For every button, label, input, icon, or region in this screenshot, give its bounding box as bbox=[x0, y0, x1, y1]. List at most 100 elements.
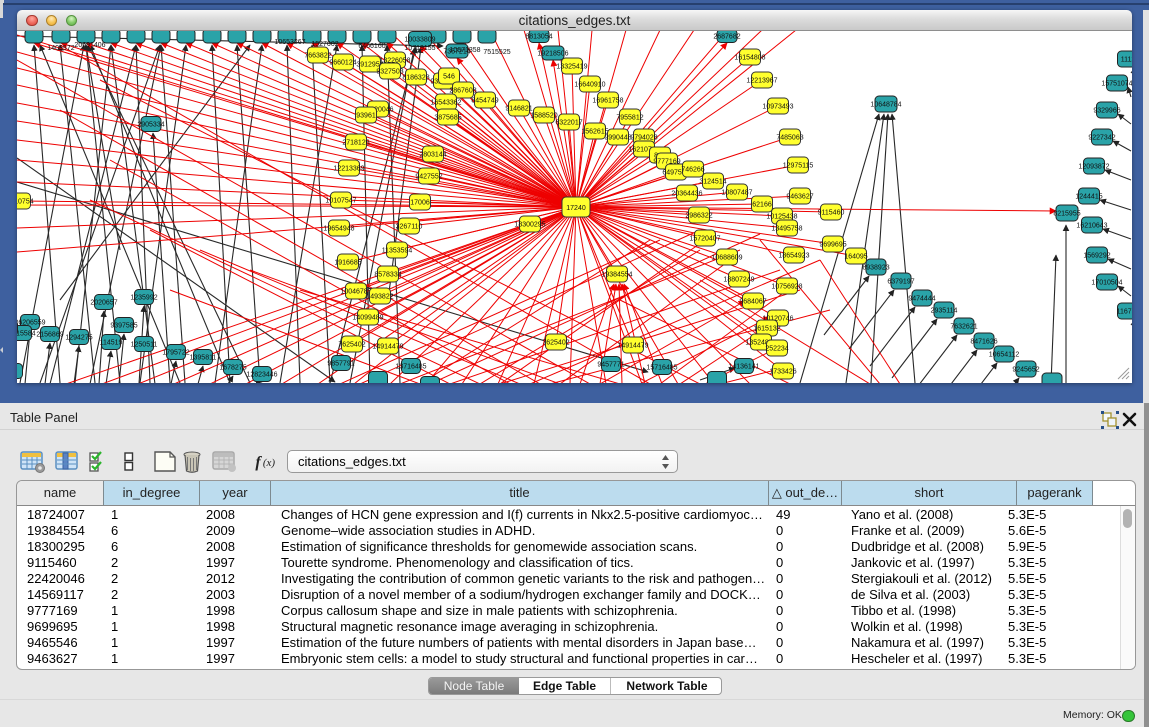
svg-text:9427552: 9427552 bbox=[415, 174, 442, 181]
svg-text:1916685: 1916685 bbox=[334, 260, 361, 267]
svg-text:1395811: 1395811 bbox=[190, 355, 217, 362]
svg-text:17010504: 17010504 bbox=[1091, 280, 1122, 287]
svg-text:1112: 1112 bbox=[1121, 57, 1132, 64]
svg-text:9146821: 9146821 bbox=[505, 106, 532, 113]
svg-text:10973493: 10973493 bbox=[762, 104, 793, 111]
svg-text:9794028: 9794028 bbox=[630, 135, 657, 142]
svg-text:2718126: 2718126 bbox=[342, 140, 369, 147]
svg-text:18300295: 18300295 bbox=[514, 222, 545, 229]
svg-text:3124514: 3124514 bbox=[699, 179, 726, 186]
svg-text:13495758: 13495758 bbox=[771, 226, 802, 233]
svg-text:1250511: 1250511 bbox=[131, 342, 158, 349]
svg-text:2935114: 2935114 bbox=[931, 308, 958, 315]
svg-text:10756928: 10756928 bbox=[771, 284, 802, 291]
svg-text:7955812: 7955812 bbox=[616, 115, 643, 122]
svg-text:17006: 17006 bbox=[410, 200, 430, 207]
svg-text:9684067: 9684067 bbox=[739, 299, 766, 306]
svg-text:1493822: 1493822 bbox=[366, 294, 393, 301]
svg-text:1678275: 1678275 bbox=[219, 365, 246, 372]
svg-text:1405572: 1405572 bbox=[47, 45, 74, 52]
svg-text:12213967: 12213967 bbox=[746, 78, 777, 85]
svg-text:10671358: 10671358 bbox=[449, 47, 480, 54]
svg-text:9857791: 9857791 bbox=[327, 361, 354, 368]
svg-text:7485063: 7485063 bbox=[776, 135, 803, 142]
svg-text:3875685: 3875685 bbox=[434, 115, 461, 122]
svg-text:9660124: 9660124 bbox=[329, 60, 356, 67]
svg-text:9115460: 9115460 bbox=[818, 210, 845, 217]
svg-text:20691406: 20691406 bbox=[74, 42, 105, 49]
svg-text:10654112: 10654112 bbox=[989, 352, 1020, 359]
svg-text:546: 546 bbox=[443, 74, 455, 81]
svg-text:1733426: 1733426 bbox=[769, 369, 796, 376]
svg-text:9327503: 9327503 bbox=[376, 69, 403, 76]
svg-text:10648784: 10648784 bbox=[870, 102, 901, 109]
svg-text:1588520: 1588520 bbox=[530, 113, 557, 120]
svg-text:7632621: 7632621 bbox=[950, 324, 977, 331]
svg-text:2867608: 2867608 bbox=[449, 88, 476, 95]
svg-text:10719155: 10719155 bbox=[404, 45, 435, 52]
svg-text:1244415: 1244415 bbox=[1075, 194, 1102, 201]
svg-text:9474444: 9474444 bbox=[908, 296, 935, 303]
svg-text:746266: 746266 bbox=[681, 167, 704, 174]
svg-text:13716485: 13716485 bbox=[395, 364, 426, 371]
svg-text:9457771: 9457771 bbox=[597, 362, 624, 369]
svg-text:16210643: 16210643 bbox=[1076, 223, 1107, 230]
svg-text:2803144: 2803144 bbox=[419, 152, 446, 159]
svg-text:18654923: 18654923 bbox=[778, 253, 809, 260]
svg-text:2905334: 2905334 bbox=[137, 122, 164, 129]
svg-text:114519: 114519 bbox=[100, 340, 123, 347]
svg-text:8454749: 8454749 bbox=[471, 98, 498, 105]
svg-text:14099489: 14099489 bbox=[352, 315, 383, 322]
svg-text:8578334: 8578334 bbox=[374, 272, 401, 279]
svg-text:8813054: 8813054 bbox=[525, 34, 552, 41]
svg-text:1010754: 1010754 bbox=[17, 199, 34, 206]
svg-text:10107547: 10107547 bbox=[325, 198, 356, 205]
svg-text:1235992: 1235992 bbox=[130, 295, 157, 302]
svg-text:14136141: 14136141 bbox=[728, 364, 759, 371]
svg-text:13325419: 13325419 bbox=[556, 64, 587, 71]
svg-text:9245652: 9245652 bbox=[1012, 367, 1039, 374]
svg-text:10033809: 10033809 bbox=[404, 37, 435, 44]
svg-text:12093872: 12093872 bbox=[1078, 164, 1109, 171]
svg-text:9990448: 9990448 bbox=[604, 135, 631, 142]
svg-text:7515525: 7515525 bbox=[483, 49, 510, 56]
svg-text:16961758: 16961758 bbox=[592, 98, 623, 105]
svg-text:6322017: 6322017 bbox=[555, 120, 582, 127]
svg-text:1615132: 1615132 bbox=[753, 326, 780, 333]
svg-text:9463627: 9463627 bbox=[786, 194, 813, 201]
svg-text:7625402: 7625402 bbox=[338, 342, 365, 349]
svg-text:16543362: 16543362 bbox=[430, 100, 461, 107]
svg-text:14914479: 14914479 bbox=[372, 344, 403, 351]
svg-text:12975115: 12975115 bbox=[783, 163, 814, 170]
svg-text:7625402: 7625402 bbox=[542, 340, 569, 347]
svg-text:2156869: 2156869 bbox=[36, 332, 63, 339]
svg-text:252234: 252234 bbox=[765, 346, 788, 353]
svg-text:1795722: 1795722 bbox=[162, 350, 189, 357]
svg-text:20364436: 20364436 bbox=[671, 191, 702, 198]
svg-text:3915584: 3915584 bbox=[17, 331, 36, 338]
svg-text:9397585: 9397585 bbox=[110, 323, 137, 330]
svg-text:2020657: 2020657 bbox=[90, 300, 117, 307]
svg-text:15720407: 15720407 bbox=[689, 236, 720, 243]
svg-text:19218506: 19218506 bbox=[537, 51, 568, 58]
svg-text:18807249: 18807249 bbox=[723, 277, 754, 284]
svg-text:2687682: 2687682 bbox=[713, 34, 740, 41]
svg-text:62166: 62166 bbox=[752, 202, 772, 209]
svg-text:2986322: 2986322 bbox=[685, 213, 712, 220]
svg-text:93961: 93961 bbox=[356, 113, 376, 120]
svg-text:8471626: 8471626 bbox=[970, 339, 997, 346]
svg-text:8215955: 8215955 bbox=[1053, 211, 1080, 218]
svg-text:7663822: 7663822 bbox=[304, 53, 331, 60]
svg-text:9227342: 9227342 bbox=[1088, 135, 1115, 142]
svg-text:10125438: 10125438 bbox=[766, 214, 797, 221]
svg-text:19654948: 19654948 bbox=[323, 226, 354, 233]
svg-text:15751074: 15751074 bbox=[1101, 81, 1132, 88]
svg-text:164095: 164095 bbox=[844, 254, 867, 261]
svg-text:16640910: 16640910 bbox=[574, 82, 605, 89]
svg-text:1527602: 1527602 bbox=[311, 41, 338, 48]
svg-text:9699695: 9699695 bbox=[819, 242, 846, 249]
svg-text:116753: 116753 bbox=[1117, 309, 1132, 316]
svg-text:6466160: 6466160 bbox=[358, 43, 385, 50]
svg-text:1569292: 1569292 bbox=[1083, 253, 1110, 260]
svg-text:14914479: 14914479 bbox=[617, 343, 648, 350]
